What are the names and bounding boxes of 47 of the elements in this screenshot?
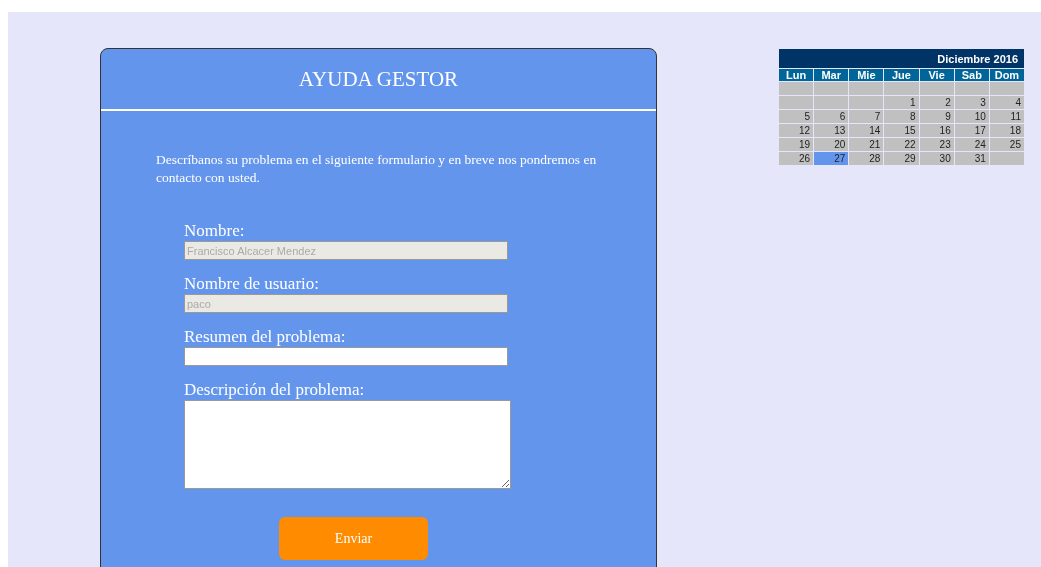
calendar-day[interactable]: 24: [954, 138, 989, 151]
input-field[interactable]: [184, 347, 508, 366]
weekday-header: Mie: [849, 69, 884, 81]
intro-text: Descríbanos su problema en el siguiente formulario y en breve nos pondremos en contacto con usted.: [156, 151, 598, 187]
field-label: Nombre:: [184, 221, 245, 241]
calendar-day[interactable]: 4: [989, 96, 1024, 109]
calendar-day[interactable]: 25: [989, 138, 1024, 151]
calendar-day[interactable]: 2: [919, 96, 954, 109]
calendar-day[interactable]: 13: [814, 124, 849, 137]
description-field[interactable]: [184, 400, 511, 489]
field-label: Resumen del problema:: [184, 327, 346, 347]
calendar-day[interactable]: 8: [884, 110, 919, 123]
calendar-day[interactable]: 28: [849, 152, 884, 165]
calendar-day[interactable]: 26: [779, 152, 814, 165]
calendar-day[interactable]: 11: [989, 110, 1024, 123]
calendar-day[interactable]: 29: [884, 152, 919, 165]
field-label: Nombre de usuario:: [184, 274, 320, 294]
weekday-header: Sab: [954, 69, 989, 81]
calendar-day[interactable]: 23: [919, 138, 954, 151]
weekday-header: Mar: [814, 69, 849, 81]
calendar-day[interactable]: 31: [954, 152, 989, 165]
calendar-day[interactable]: 10: [954, 110, 989, 123]
card-title: AYUDA GESTOR: [298, 66, 459, 92]
calendar-day[interactable]: 16: [919, 124, 954, 137]
calendar-day[interactable]: 14: [849, 124, 884, 137]
calendar-day[interactable]: 5: [779, 110, 814, 123]
calendar-day[interactable]: 17: [954, 124, 989, 137]
calendar-day[interactable]: 30: [919, 152, 954, 165]
calendar-title: Diciembre 2016: [779, 49, 1024, 68]
calendar-day[interactable]: 1: [884, 96, 919, 109]
calendar-day[interactable]: 27: [814, 152, 849, 165]
calendar-day[interactable]: 7: [849, 110, 884, 123]
weekday-header: Dom: [989, 69, 1024, 81]
calendar-day[interactable]: 6: [814, 110, 849, 123]
calendar-day[interactable]: 19: [779, 138, 814, 151]
calendar-day[interactable]: 20: [814, 138, 849, 151]
calendar-day[interactable]: 22: [884, 138, 919, 151]
calendar-day[interactable]: 3: [954, 96, 989, 109]
field-label: Descripción del problema:: [184, 380, 365, 400]
weekday-header: Vie: [919, 69, 954, 81]
calendar-day[interactable]: 15: [884, 124, 919, 137]
calendar-day[interactable]: 21: [849, 138, 884, 151]
calendar-day[interactable]: 12: [779, 124, 814, 137]
weekday-header: Jue: [884, 69, 919, 81]
calendar-day[interactable]: 9: [919, 110, 954, 123]
weekday-header: Lun: [779, 69, 814, 81]
calendar-day[interactable]: 18: [989, 124, 1024, 137]
